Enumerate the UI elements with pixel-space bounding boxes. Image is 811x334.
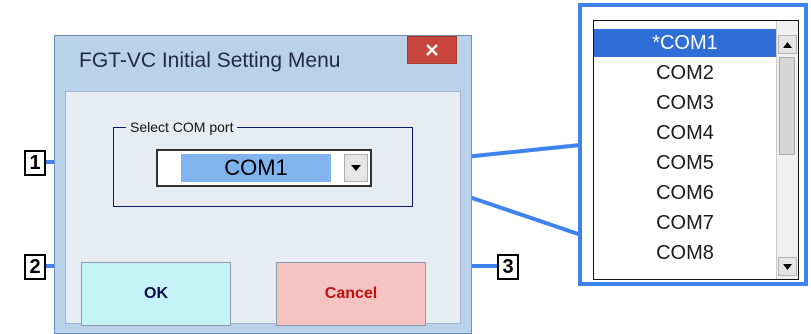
scroll-thumb[interactable] <box>779 57 795 155</box>
vertical-scrollbar[interactable] <box>776 21 798 279</box>
close-x-icon <box>426 44 438 56</box>
com-port-combobox[interactable]: COM1 <box>156 149 372 187</box>
dropdown-zoom-frame: *COM1 COM2 COM3 COM4 COM5 COM6 COM7 COM8 <box>578 3 808 286</box>
dropdown-item-com2[interactable]: COM2 <box>594 59 776 87</box>
arrow-up-icon <box>783 41 792 48</box>
dropdown-item-com1[interactable]: *COM1 <box>594 29 776 57</box>
combo-dropdown-button[interactable] <box>344 154 368 182</box>
com-port-groupbox: Select COM port COM1 <box>113 119 413 207</box>
dialog-client-area: Select COM port COM1 OK Cancel <box>65 91 461 326</box>
dropdown-item-com3[interactable]: COM3 <box>594 89 776 117</box>
dropdown-item-com5[interactable]: COM5 <box>594 149 776 177</box>
com-port-group-label: Select COM port <box>126 119 238 135</box>
callout-1: 1 <box>24 150 46 176</box>
dropdown-item-com8[interactable]: COM8 <box>594 239 776 267</box>
dropdown-item-com7[interactable]: COM7 <box>594 209 776 237</box>
initial-setting-dialog: FGT-VC Initial Setting Menu Select COM p… <box>54 35 472 334</box>
chevron-down-icon <box>351 164 361 171</box>
callout-3: 3 <box>497 254 519 280</box>
cancel-button[interactable]: Cancel <box>276 262 426 326</box>
arrow-down-icon <box>783 263 792 270</box>
close-button[interactable] <box>407 36 457 64</box>
scroll-down-button[interactable] <box>778 257 797 276</box>
scroll-up-button[interactable] <box>778 35 797 54</box>
ok-button[interactable]: OK <box>81 262 231 326</box>
com-port-selected-value: COM1 <box>181 154 331 182</box>
callout-2: 2 <box>24 254 46 280</box>
dropdown-item-com4[interactable]: COM4 <box>594 119 776 147</box>
dropdown-item-com6[interactable]: COM6 <box>594 179 776 207</box>
dialog-title: FGT-VC Initial Setting Menu <box>79 49 341 72</box>
com-port-dropdown-list: *COM1 COM2 COM3 COM4 COM5 COM6 COM7 COM8 <box>593 20 799 280</box>
